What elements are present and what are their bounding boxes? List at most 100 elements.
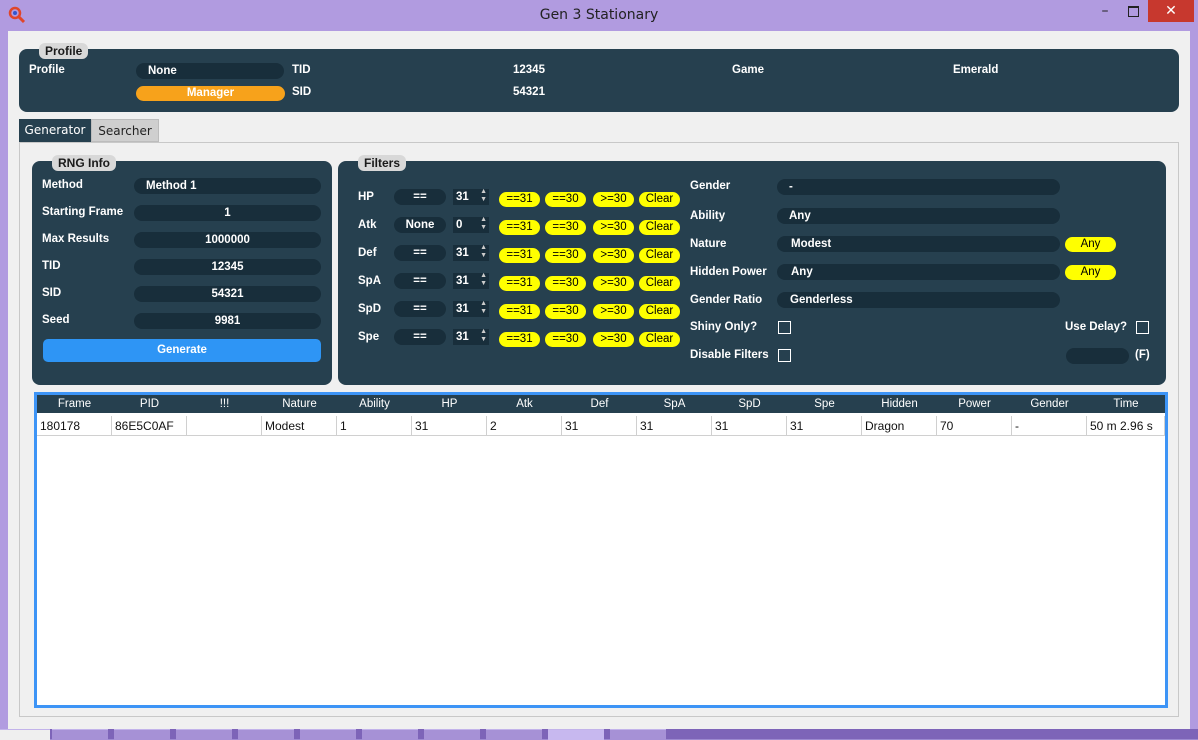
stat-compare-select[interactable]: == [394, 245, 446, 261]
stat-quick-button[interactable]: >=30 [593, 220, 634, 235]
column-header[interactable]: Atk [487, 395, 562, 413]
column-header[interactable]: Hidden [862, 395, 937, 413]
column-header[interactable]: Power [937, 395, 1012, 413]
method-select[interactable]: Method 1 [134, 178, 321, 194]
stat-label: SpA [358, 275, 381, 287]
nature-select[interactable]: Modest [777, 236, 1060, 252]
close-icon[interactable]: ✕ [1148, 0, 1194, 22]
maximize-icon[interactable] [1120, 0, 1146, 22]
column-header[interactable]: Nature [262, 395, 337, 413]
taskbar-app-4[interactable] [238, 729, 294, 740]
disable-filters-checkbox[interactable] [778, 349, 791, 362]
stat-value-spinner[interactable]: 31 ▲ ▼ [453, 300, 489, 317]
stat-compare-select[interactable]: == [394, 273, 446, 289]
stat-compare-select[interactable]: == [394, 301, 446, 317]
taskbar-app-5[interactable] [300, 729, 356, 740]
column-header[interactable]: PID [112, 395, 187, 413]
stat-quick-button[interactable]: ==30 [545, 304, 586, 319]
stat-value-spinner[interactable]: 31 ▲ ▼ [453, 272, 489, 289]
stat-value: 31 [456, 303, 469, 315]
results-table[interactable]: Frame PID!!! Nature Ability HP Atk Def SpA SpD Sp… [34, 392, 1168, 708]
stat-compare-select[interactable]: == [394, 189, 446, 205]
tab-generator[interactable]: Generator [19, 119, 91, 142]
stat-compare-select[interactable]: None [394, 217, 446, 233]
spinner-arrows-icon[interactable]: ▲ ▼ [480, 244, 487, 260]
gender-ratio-select[interactable]: Genderless [777, 292, 1060, 308]
shiny-only-checkbox[interactable] [778, 321, 791, 334]
table-cell: 31 [712, 416, 787, 436]
taskbar-app-2[interactable] [114, 729, 170, 740]
rng-sid-input[interactable]: 54321 [134, 286, 321, 302]
stat-value-spinner[interactable]: 31 ▲ ▼ [453, 188, 489, 205]
tab-searcher[interactable]: Searcher [91, 119, 159, 142]
stat-quick-button[interactable]: ==31 [499, 192, 540, 207]
stat-quick-button[interactable]: ==30 [545, 220, 586, 235]
taskbar-app-7[interactable] [424, 729, 480, 740]
seed-input[interactable]: 9981 [134, 313, 321, 329]
gender-select[interactable]: - [777, 179, 1060, 195]
taskbar-app-10[interactable] [610, 729, 666, 740]
stat-quick-button[interactable]: >=30 [593, 248, 634, 263]
hidden-power-any-button[interactable]: Any [1065, 265, 1116, 280]
column-header[interactable]: SpD [712, 395, 787, 413]
max-results-input[interactable]: 1000000 [134, 232, 321, 248]
stat-value-spinner[interactable]: 31 ▲ ▼ [453, 328, 489, 345]
spinner-arrows-icon[interactable]: ▲ ▼ [480, 272, 487, 288]
stat-compare-select[interactable]: == [394, 329, 446, 345]
starting-frame-input[interactable]: 1 [134, 205, 321, 221]
column-header[interactable]: Def [562, 395, 637, 413]
column-header[interactable]: !!! [187, 395, 262, 413]
taskbar-app-6[interactable] [362, 729, 418, 740]
table-cell [187, 416, 262, 436]
column-header[interactable]: Gender [1012, 395, 1087, 413]
taskbar-app-3[interactable] [176, 729, 232, 740]
stat-quick-button[interactable]: >=30 [593, 304, 634, 319]
column-header[interactable]: Spe [787, 395, 862, 413]
ability-select[interactable]: Any [777, 208, 1060, 224]
stat-quick-button[interactable]: ==31 [499, 276, 540, 291]
spinner-arrows-icon[interactable]: ▲ ▼ [480, 328, 487, 344]
use-delay-checkbox[interactable] [1136, 321, 1149, 334]
stat-quick-button[interactable]: Clear [639, 220, 680, 235]
delay-input[interactable] [1066, 348, 1129, 364]
spinner-arrows-icon[interactable]: ▲ ▼ [480, 216, 487, 232]
column-header[interactable]: Frame [37, 395, 112, 413]
spinner-arrows-icon[interactable]: ▲ ▼ [480, 300, 487, 316]
stat-quick-button[interactable]: >=30 [593, 332, 634, 347]
column-header[interactable]: SpA [637, 395, 712, 413]
hidden-power-select[interactable]: Any [777, 264, 1060, 280]
manager-button[interactable]: Manager [136, 86, 285, 101]
stat-quick-button[interactable]: ==31 [499, 248, 540, 263]
stat-value-spinner[interactable]: 31 ▲ ▼ [453, 244, 489, 261]
taskbar-app-1[interactable] [52, 729, 108, 740]
column-header[interactable]: HP [412, 395, 487, 413]
stat-quick-button[interactable]: ==30 [545, 332, 586, 347]
seed-label: Seed [42, 314, 70, 326]
stat-quick-button[interactable]: ==30 [545, 192, 586, 207]
nature-any-button[interactable]: Any [1065, 237, 1116, 252]
stat-quick-button[interactable]: ==31 [499, 332, 540, 347]
spinner-arrows-icon[interactable]: ▲ ▼ [480, 188, 487, 204]
taskbar-start[interactable] [0, 729, 50, 740]
stat-quick-button[interactable]: Clear [639, 304, 680, 319]
column-header[interactable]: Time [1087, 395, 1165, 413]
stat-quick-button[interactable]: Clear [639, 276, 680, 291]
stat-quick-button[interactable]: Clear [639, 248, 680, 263]
rng-tid-input[interactable]: 12345 [134, 259, 321, 275]
stat-quick-button[interactable]: ==30 [545, 248, 586, 263]
stat-quick-button[interactable]: ==31 [499, 304, 540, 319]
stat-quick-button[interactable]: ==30 [545, 276, 586, 291]
taskbar-app-8[interactable] [486, 729, 542, 740]
stat-value-spinner[interactable]: 0 ▲ ▼ [453, 216, 489, 233]
generate-button[interactable]: Generate [43, 339, 321, 362]
stat-quick-button[interactable]: >=30 [593, 192, 634, 207]
stat-quick-button[interactable]: Clear [639, 332, 680, 347]
stat-quick-button[interactable]: >=30 [593, 276, 634, 291]
minimize-icon[interactable]: – [1092, 0, 1118, 22]
column-header[interactable]: Ability [337, 395, 412, 413]
profile-select[interactable]: None [136, 63, 284, 79]
stat-quick-button[interactable]: Clear [639, 192, 680, 207]
taskbar-app-active[interactable] [548, 729, 604, 740]
stat-quick-button[interactable]: ==31 [499, 220, 540, 235]
stat-label: Atk [358, 219, 377, 231]
